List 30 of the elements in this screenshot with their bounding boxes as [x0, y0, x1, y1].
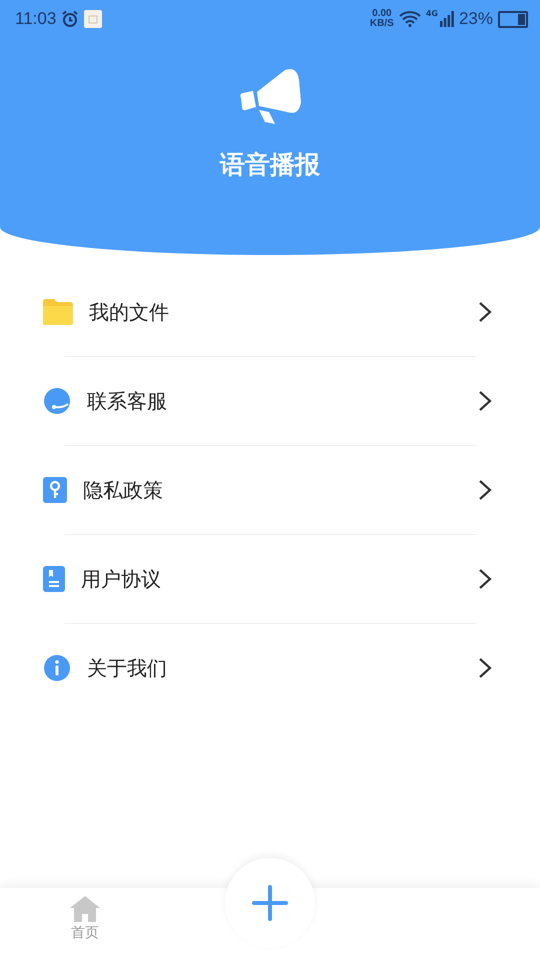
menu-label: 我的文件	[89, 298, 170, 326]
menu-label: 隐私政策	[83, 476, 164, 504]
signal-icon	[440, 11, 454, 27]
chevron-right-icon	[478, 657, 492, 679]
menu-item[interactable]: 用户协议	[0, 535, 540, 623]
wifi-icon	[398, 11, 421, 27]
network-type: 4G	[426, 9, 438, 18]
menu-label: 用户协议	[81, 566, 162, 592]
chevron-right-icon	[478, 390, 492, 412]
net-speed-unit: KB/S	[370, 19, 394, 29]
battery-icon	[498, 10, 528, 28]
chevron-right-icon	[478, 479, 492, 501]
menu-item[interactable]: 我的文件	[0, 268, 540, 356]
menu-label: 联系客服	[87, 388, 168, 414]
chevron-right-icon	[478, 301, 492, 323]
status-time: 11:03	[15, 9, 56, 29]
battery-percent: 23%	[458, 9, 493, 29]
alarm-icon	[61, 10, 80, 28]
info-icon	[43, 654, 71, 682]
menu-item[interactable]: 联系客服	[0, 357, 540, 445]
menu-item[interactable]: 隐私政策	[0, 446, 540, 534]
folder-icon	[43, 299, 73, 325]
page-title: 语音播报	[220, 149, 320, 181]
menu-label: 关于我们	[87, 654, 168, 682]
document-icon	[43, 566, 65, 592]
plus-icon	[252, 885, 288, 921]
chevron-right-icon	[478, 568, 492, 590]
menu-item[interactable]: 关于我们	[0, 624, 540, 712]
key-icon	[43, 477, 67, 503]
net-speed: 0.00	[372, 9, 392, 19]
